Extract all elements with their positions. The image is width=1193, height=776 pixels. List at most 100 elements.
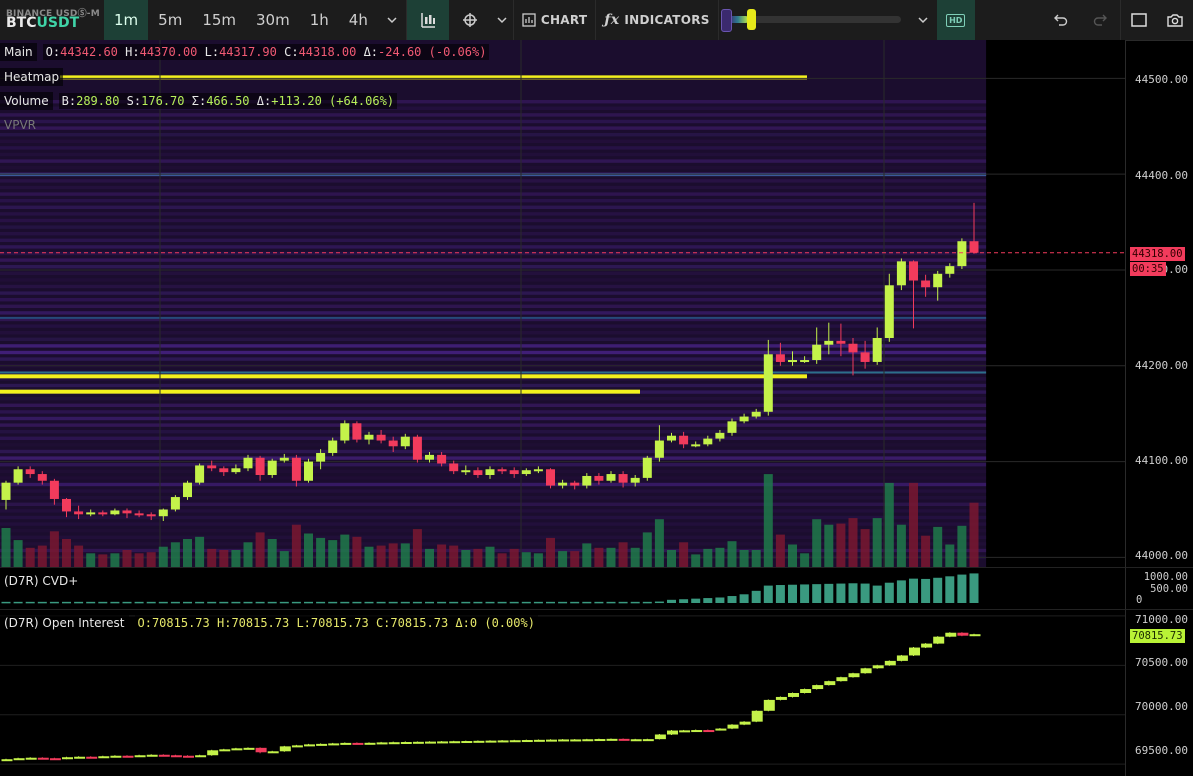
- legend-oi: (D7R) Open Interest O:70815.73 H:70815.7…: [0, 614, 538, 632]
- cvd-bar: [74, 601, 84, 604]
- candle-body: [546, 469, 555, 486]
- main-chart[interactable]: [0, 40, 1125, 567]
- timeframe-4h[interactable]: 4h: [339, 0, 378, 40]
- volume-bar: [860, 529, 870, 567]
- volume-bar: [473, 548, 483, 567]
- candle-body: [255, 457, 265, 476]
- cvd-bar: [37, 601, 47, 604]
- cvd-bar: [328, 601, 338, 604]
- chart-button[interactable]: CHART: [514, 0, 596, 40]
- oi-candle-body: [715, 728, 727, 731]
- main-delta: -24.60 (-0.06%): [378, 45, 487, 59]
- timeframe-1h[interactable]: 1h: [300, 0, 339, 40]
- candle-body: [582, 475, 592, 486]
- legend-vpvr-name[interactable]: VPVR: [0, 116, 40, 134]
- symbol-selector[interactable]: BINANCE USDⓈ-M BTCUSDT: [0, 0, 104, 40]
- timeframe-5m[interactable]: 5m: [148, 0, 192, 40]
- volume-bar: [74, 545, 84, 567]
- slider-handle-low[interactable]: [720, 9, 732, 32]
- oi-candle-body: [243, 747, 255, 750]
- candle-body: [13, 469, 23, 483]
- cvd-bar: [207, 601, 217, 604]
- heatmap-row: [0, 489, 987, 493]
- candle-body: [884, 285, 894, 338]
- cvd-bar: [521, 601, 531, 604]
- heatmap-row: [0, 146, 987, 150]
- price-label: 44000.00: [1135, 549, 1188, 562]
- legend-volume-name[interactable]: Volume: [0, 92, 53, 110]
- volume-bar: [62, 539, 71, 567]
- open-interest-chart[interactable]: [0, 610, 1125, 776]
- cvd-pane[interactable]: (D7R) CVD+: [0, 567, 1125, 610]
- price-axis[interactable]: 44500.00 44400.00 44300.00 44200.00 4410…: [1125, 40, 1193, 567]
- legend-main-name[interactable]: Main: [0, 43, 37, 61]
- legend-heatmap-name[interactable]: Heatmap: [0, 68, 64, 86]
- screenshot-button[interactable]: [1157, 0, 1193, 40]
- heatmap-row: [0, 185, 987, 190]
- volume-bar: [909, 482, 918, 567]
- cvd-axis[interactable]: 1000.00 500.00 0: [1125, 567, 1193, 610]
- cvd-bar: [364, 601, 374, 604]
- oi-candle-body: [170, 755, 182, 758]
- cvd-bar: [473, 601, 483, 604]
- oi-candle-body: [909, 647, 920, 656]
- oi-candle-body: [352, 742, 364, 745]
- cvd-bar: [304, 601, 313, 604]
- legend-cvd-name[interactable]: (D7R) CVD+: [0, 572, 83, 590]
- candles-icon: [421, 13, 435, 28]
- undo-button[interactable]: [1040, 0, 1080, 40]
- heatmap-range-slider[interactable]: [719, 0, 909, 40]
- slider-handle-high[interactable]: [746, 9, 756, 30]
- cvd-bar: [158, 601, 168, 604]
- candles-button[interactable]: [406, 0, 449, 40]
- cvd-chart[interactable]: [0, 568, 1125, 610]
- oi-candle-body: [412, 741, 424, 744]
- oi-candle-body: [376, 742, 388, 745]
- heatmap-row: [0, 278, 987, 282]
- candle-body: [461, 470, 471, 473]
- hd-toggle[interactable]: HD: [936, 0, 975, 40]
- volume-bar: [316, 537, 326, 567]
- timeframe-more-button[interactable]: [378, 0, 406, 40]
- legend-volume: Volume B:289.80 S:176.70 Σ:466.50 Δ:+113…: [0, 92, 398, 110]
- oi-candle-body: [667, 730, 678, 735]
- volume-bar: [594, 547, 604, 567]
- candle-body: [400, 436, 410, 447]
- slider-more-button[interactable]: [909, 0, 937, 40]
- indicators-button[interactable]: ƒx INDICATORS: [596, 0, 717, 40]
- candle-body: [909, 261, 918, 281]
- redo-button[interactable]: [1080, 0, 1120, 40]
- price-label: 44100.00: [1135, 454, 1188, 467]
- timeframe-30m[interactable]: 30m: [246, 0, 300, 40]
- crosshair-more-button[interactable]: [491, 0, 513, 40]
- crosshair-button[interactable]: [449, 0, 491, 40]
- open-interest-pane[interactable]: (D7R) Open Interest O:70815.73 H:70815.7…: [0, 609, 1125, 776]
- cvd-bar: [146, 601, 156, 604]
- cvd-bar: [400, 601, 410, 604]
- legend-oi-name[interactable]: (D7R) Open Interest: [0, 614, 129, 632]
- oi-candle-body: [437, 741, 449, 744]
- main-chart-pane[interactable]: Main O:44342.60 H:44370.00 L:44317.90 C:…: [0, 40, 1125, 567]
- candle-body: [449, 463, 459, 472]
- oi-candle-body: [558, 739, 570, 742]
- candle-body: [98, 512, 108, 515]
- heatmap-row: [0, 337, 987, 341]
- cvd-bar: [921, 578, 931, 603]
- cvd-bar: [437, 601, 447, 604]
- oi-candle-body: [921, 643, 933, 648]
- volume-bar: [207, 548, 217, 567]
- fullscreen-button[interactable]: [1121, 0, 1157, 40]
- timeframe-1m[interactable]: 1m: [104, 0, 149, 40]
- volume-sum: 466.50: [206, 94, 250, 108]
- oi-candle-body: [812, 685, 824, 690]
- open-interest-axis[interactable]: 71000.00 70500.00 70000.00 69500.00 7081…: [1125, 609, 1193, 776]
- oi-candle-body: [49, 758, 61, 761]
- volume-bar: [606, 547, 616, 567]
- heatmap-row: [0, 179, 987, 183]
- oi-candle-body: [788, 693, 799, 697]
- timeframe-15m[interactable]: 15m: [192, 0, 246, 40]
- heatmap-row: [0, 166, 987, 170]
- candle-body: [412, 436, 422, 460]
- heatmap-row: [0, 436, 987, 440]
- cvd-bar: [606, 601, 616, 604]
